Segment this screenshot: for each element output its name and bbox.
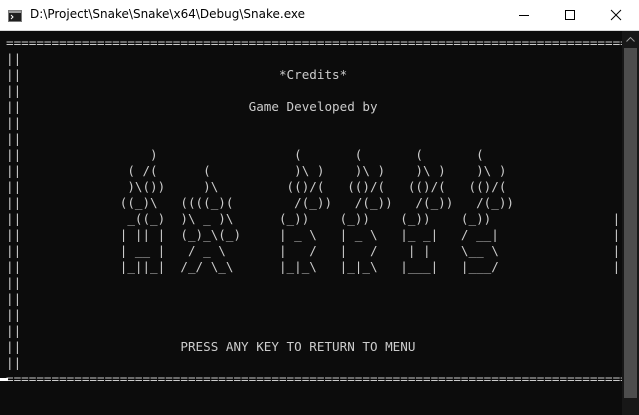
minimize-button[interactable] [501, 0, 547, 30]
text-cursor [0, 378, 8, 381]
console-line: || _((_) )\ _ )\ (_)) (_)) (_)) (_)) || [6, 211, 622, 226]
console-line: || || [6, 51, 622, 66]
console-line: || || [6, 275, 622, 290]
console-line: || | __ | / _ \ | / | / | | \__ \ || [6, 243, 622, 258]
console-line: || || [6, 355, 622, 370]
maximize-button[interactable] [547, 0, 593, 30]
scrollbar-thumb[interactable] [624, 48, 637, 398]
console-output[interactable]: ========================================… [0, 31, 622, 415]
console-line: || )\()) )\ (()/( (()/( (()/( (()/( || [6, 179, 622, 194]
minimize-icon [519, 15, 529, 16]
console-line: ========================================… [6, 35, 622, 50]
console-line: || || [6, 115, 622, 130]
console-line: || || [6, 131, 622, 146]
close-icon [610, 9, 622, 21]
close-button[interactable] [593, 0, 639, 30]
console-line: || || [6, 323, 622, 338]
console-line: || PRESS ANY KEY TO RETURN TO MENU || [6, 339, 622, 354]
console-window: D:\Project\Snake\Snake\x64\Debug\Snake.e… [0, 0, 639, 415]
console-line: || || [6, 291, 622, 306]
title-bar[interactable]: D:\Project\Snake\Snake\x64\Debug\Snake.e… [0, 0, 639, 31]
console-line: || || [6, 83, 622, 98]
console-line: || |_||_| /_/ \_\ |_|_\ |_|_\ |___| |___… [6, 259, 622, 274]
maximize-icon [565, 10, 575, 20]
console-line: || ( /( ( )\ ) )\ ) )\ ) )\ ) || [6, 163, 622, 178]
console-line: || | || | (_)_\(_) | _ \ | _ \ |_ _| / _… [6, 227, 622, 242]
window-title: D:\Project\Snake\Snake\x64\Debug\Snake.e… [30, 7, 305, 21]
vertical-scrollbar[interactable] [622, 31, 639, 415]
console-line: || ) ( ( ( ( || [6, 147, 622, 162]
scroll-up-button[interactable] [622, 31, 639, 48]
console-line: || || [6, 307, 622, 322]
console-line: || Game Developed by || [6, 99, 622, 114]
console-line: || ((_)\ ((((_)( /(_)) /(_)) /(_)) /(_))… [6, 195, 622, 210]
console-line: ========================================… [6, 371, 622, 386]
credits-screen-text: ========================================… [6, 35, 622, 387]
console-line: || *Credits* || [6, 67, 622, 82]
chevron-up-icon [626, 37, 635, 42]
console-app-icon [8, 8, 22, 22]
